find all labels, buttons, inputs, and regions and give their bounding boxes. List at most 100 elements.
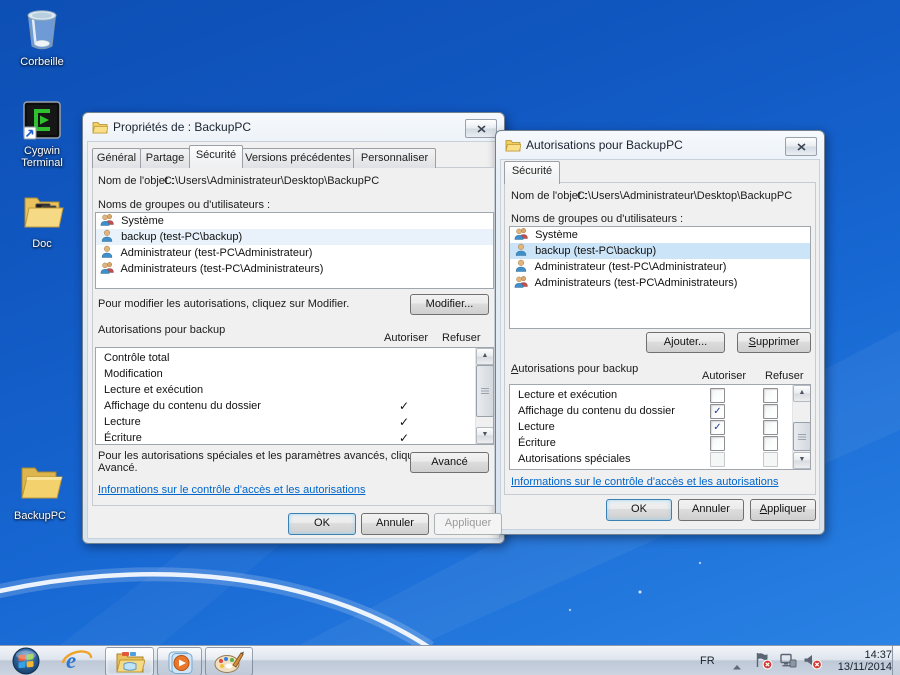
deny-column-header: Refuser <box>765 370 804 382</box>
paint-taskbar-button[interactable] <box>205 647 253 675</box>
apply-button[interactable]: Appliquer <box>434 513 502 535</box>
add-button[interactable]: Ajouter... <box>646 332 725 353</box>
recycle-bin-icon <box>6 6 78 52</box>
scrollbar-thumb[interactable] <box>476 365 494 417</box>
flag-alert-icon <box>754 652 773 670</box>
folder-icon <box>505 138 521 157</box>
windows-logo-icon <box>7 647 45 675</box>
groups-users-list[interactable]: Système backup (test-PC\backup) Administ… <box>509 226 811 329</box>
list-item-administrateurs[interactable]: Administrateurs (test-PC\Administrateurs… <box>96 261 493 277</box>
desktop-icon-label: Corbeille <box>20 56 63 68</box>
tab-personnaliser[interactable]: Personnaliser <box>353 148 436 168</box>
permissions-checklist[interactable]: Lecture et exécution Affichage du conten… <box>509 384 811 470</box>
permission-row: Affichage du contenu du dossier ✓ <box>510 403 792 419</box>
internet-explorer-icon: e <box>58 647 94 673</box>
desktop-icon-corbeille[interactable]: Corbeille <box>6 6 78 70</box>
allow-column-header: Autoriser <box>384 332 428 344</box>
list-item-administrateur[interactable]: Administrateur (test-PC\Administrateur) <box>96 245 493 261</box>
allow-checkbox[interactable]: ✓ <box>710 404 725 419</box>
deny-checkbox[interactable] <box>763 436 778 451</box>
access-control-info-link[interactable]: Informations sur le contrôle d'accès et … <box>511 476 778 488</box>
deny-checkbox[interactable] <box>763 420 778 435</box>
cancel-button[interactable]: Annuler <box>678 499 744 521</box>
list-item-systeme[interactable]: Système <box>96 213 493 229</box>
permissions-list[interactable]: Contrôle total Modification Lecture et e… <box>95 347 494 445</box>
desktop-icon-label: Cygwin Terminal <box>6 145 78 169</box>
allow-checkbox[interactable] <box>710 388 725 403</box>
scroll-down-icon[interactable]: ▼ <box>793 452 811 469</box>
groups-users-list[interactable]: Système backup (test-PC\backup) Administ… <box>95 212 494 289</box>
close-button[interactable] <box>785 137 817 156</box>
tab-securite[interactable]: Sécurité <box>504 161 560 184</box>
scrollbar[interactable]: ▲ ▼ <box>792 385 810 469</box>
allow-checkbox[interactable] <box>710 452 725 467</box>
folder-icon <box>92 120 108 139</box>
folder-doc-icon <box>6 188 78 234</box>
properties-client-area: Général Partage Sécurité Versions précéd… <box>87 141 500 539</box>
language-indicator[interactable]: FR <box>700 655 715 667</box>
clock[interactable]: 14:37 13/11/2014 <box>822 649 892 673</box>
tab-versions-precedentes[interactable]: Versions précédentes <box>242 148 354 168</box>
tab-general[interactable]: Général <box>92 148 141 168</box>
media-player-icon <box>166 650 194 674</box>
scroll-up-icon[interactable]: ▲ <box>476 348 494 365</box>
close-button[interactable] <box>465 119 497 138</box>
advanced-hint-line2: Avancé. <box>98 462 138 474</box>
permission-row: Écriture✓ <box>96 430 475 445</box>
show-desktop-button[interactable] <box>892 646 900 675</box>
media-player-taskbar-button[interactable] <box>157 647 202 675</box>
desktop-icon-backuppc[interactable]: BackupPC <box>4 460 76 524</box>
permission-row: Lecture et exécution <box>96 382 475 398</box>
deny-checkbox[interactable] <box>763 452 778 467</box>
internet-explorer-button[interactable]: e <box>58 647 96 675</box>
ok-button[interactable]: OK <box>288 513 356 535</box>
window-title: Propriétés de : BackupPC <box>113 120 251 134</box>
allow-checkbox[interactable] <box>710 436 725 451</box>
scrollbar-thumb[interactable] <box>793 422 811 451</box>
tab-partage[interactable]: Partage <box>140 148 190 168</box>
apply-button[interactable]: Appliquer <box>750 499 816 521</box>
deny-checkbox[interactable] <box>763 404 778 419</box>
advanced-hint-line1: Pour les autorisations spéciales et les … <box>98 450 443 462</box>
volume-muted-icon <box>803 653 823 670</box>
scroll-up-icon[interactable]: ▲ <box>793 385 811 402</box>
list-item-backup[interactable]: backup (test-PC\backup) <box>96 229 493 245</box>
list-item-systeme[interactable]: Système <box>510 227 810 243</box>
scrollbar[interactable]: ▲ ▼ <box>475 348 493 444</box>
ok-button[interactable]: OK <box>606 499 672 521</box>
list-item-administrateur[interactable]: Administrateur (test-PC\Administrateur) <box>510 259 810 275</box>
deny-checkbox[interactable] <box>763 388 778 403</box>
list-item-backup[interactable]: backup (test-PC\backup) <box>510 243 810 259</box>
permission-row: Contrôle total <box>96 350 475 366</box>
action-center-button[interactable] <box>754 652 773 675</box>
permissions-client-area: Sécurité Nom de l'objet : C:\Users\Admin… <box>500 159 820 530</box>
remove-button[interactable]: Supprimer <box>737 332 811 353</box>
tray-time: 14:37 <box>864 649 892 661</box>
show-hidden-icons-button[interactable] <box>731 658 743 675</box>
start-button[interactable] <box>7 647 45 675</box>
tab-securite[interactable]: Sécurité <box>189 145 243 168</box>
advanced-button[interactable]: Avancé <box>410 452 489 473</box>
volume-button[interactable] <box>803 653 823 675</box>
allow-check: ✓ <box>399 430 409 445</box>
modify-button[interactable]: Modifier... <box>410 294 489 315</box>
desktop-icon-cygwin-terminal[interactable]: Cygwin Terminal <box>6 98 78 171</box>
explorer-taskbar-button[interactable] <box>105 647 154 675</box>
allow-column-header: Autoriser <box>702 370 746 382</box>
network-button[interactable] <box>779 653 797 674</box>
scroll-down-icon[interactable]: ▼ <box>476 427 494 444</box>
permissions-titlebar[interactable]: Autorisations pour BackupPC <box>496 131 824 159</box>
allow-checkbox[interactable]: ✓ <box>710 420 725 435</box>
list-item-administrateurs[interactable]: Administrateurs (test-PC\Administrateurs… <box>510 275 810 291</box>
properties-titlebar[interactable]: Propriétés de : BackupPC <box>83 113 504 141</box>
permission-row: Autorisations spéciales <box>510 451 792 467</box>
allow-check: ✓ <box>399 414 409 430</box>
access-control-info-link[interactable]: Informations sur le contrôle d'accès et … <box>98 484 365 496</box>
permission-row: Modification <box>96 366 475 382</box>
desktop-icon-doc[interactable]: Doc <box>6 188 78 252</box>
permission-row: Lecture et exécution <box>510 387 792 403</box>
cancel-button[interactable]: Annuler <box>361 513 429 535</box>
object-name-label: Nom de l'objet : <box>98 175 174 187</box>
network-icon <box>779 653 797 669</box>
tray-date: 13/11/2014 <box>838 661 892 673</box>
